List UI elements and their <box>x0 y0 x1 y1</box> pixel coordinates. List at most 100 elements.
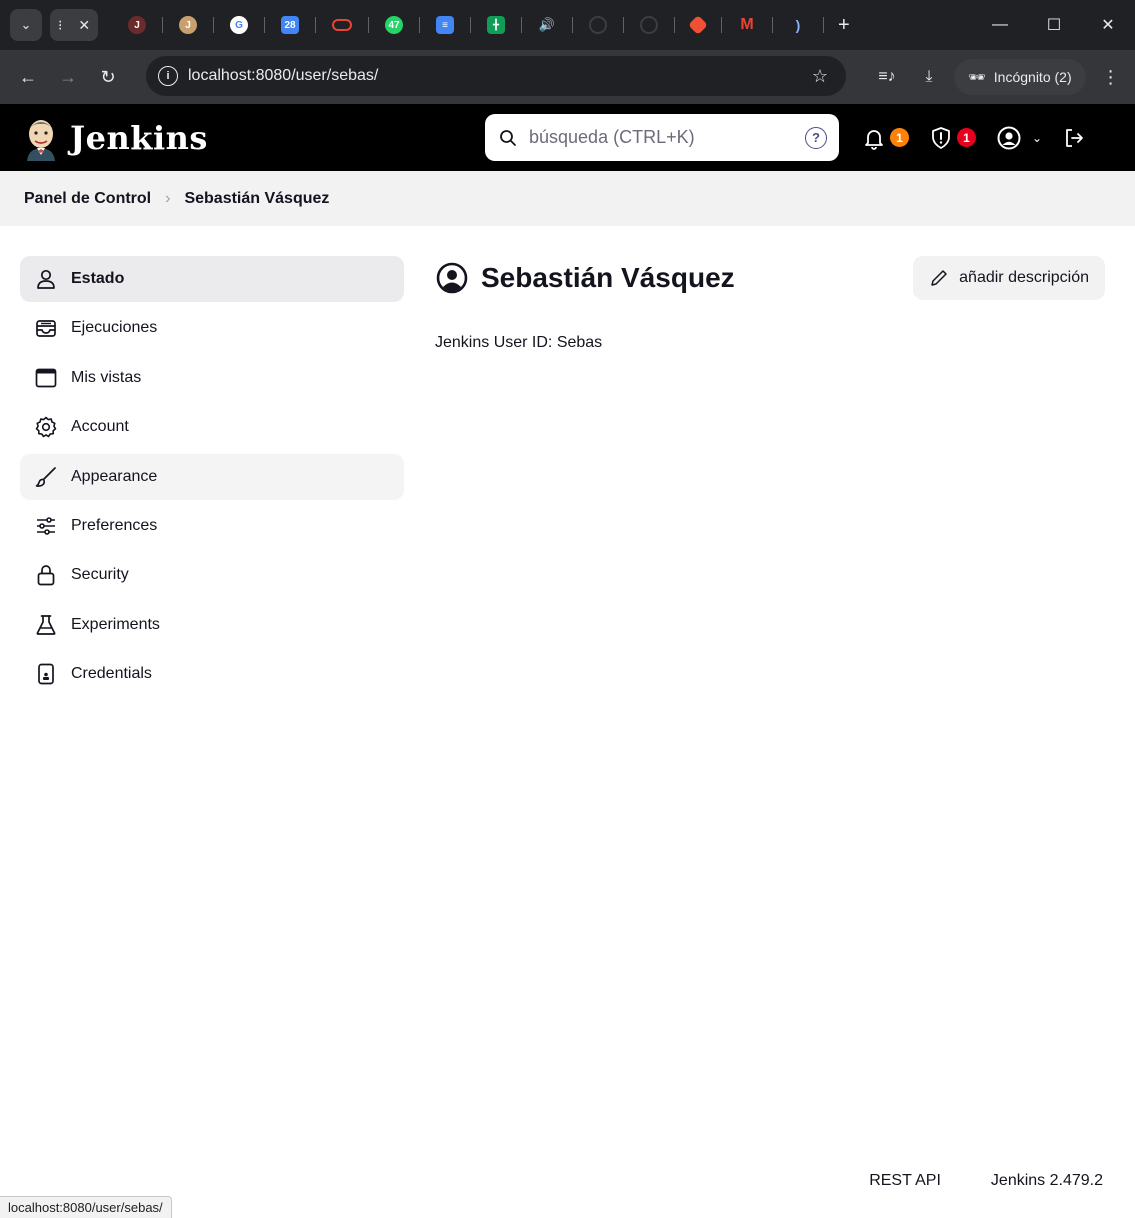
user-circle-icon <box>997 126 1021 149</box>
sheets-favicon-icon[interactable]: ╋ <box>487 16 505 34</box>
tab-separator <box>772 17 773 33</box>
logout-button[interactable] <box>1062 126 1086 150</box>
sidebar-item-credentials[interactable]: Credentials <box>20 651 404 697</box>
search-box[interactable]: ? <box>485 114 839 161</box>
search-input[interactable] <box>529 127 789 148</box>
sidebar-item-label: Ejecuciones <box>71 319 158 337</box>
sidebar-item-label: Mis vistas <box>71 368 142 386</box>
sidebar-item-label: Estado <box>71 270 125 287</box>
page-footer: REST API Jenkins 2.479.2 <box>819 1172 1103 1190</box>
sidebar-item-mis-vistas[interactable]: Mis vistas <box>20 355 404 401</box>
sidebar-item-label: Experiments <box>71 615 160 633</box>
jenkins-home-link[interactable]: Jenkins <box>24 115 208 161</box>
google-favicon-icon[interactable]: G <box>230 16 248 34</box>
tab-separator <box>721 17 722 33</box>
audio-playing-icon[interactable]: 🔊 <box>538 16 556 34</box>
docs-favicon-icon[interactable]: ≡ <box>436 16 454 34</box>
builds-icon <box>34 316 58 340</box>
sidebar-item-label: Security <box>71 566 129 584</box>
status-url-bubble: localhost:8080/user/sebas/ <box>0 1196 172 1218</box>
jenkins-favicon-icon[interactable]: J <box>179 16 197 34</box>
sidebar: Estado Ejecuciones Mis vistas Account Ap… <box>20 256 404 701</box>
sidebar-item-appearance[interactable]: Appearance <box>20 453 404 500</box>
forward-icon[interactable]: → <box>48 67 88 88</box>
browser-tabstrip: ⌄ ⁝ ✕ J J G 28 47 ≡ ╋ 🔊 M ) + — ☐ ✕ <box>0 0 1135 50</box>
calendar-favicon-icon[interactable]: 28 <box>281 16 299 34</box>
back-icon[interactable]: ← <box>8 67 48 88</box>
incognito-indicator[interactable]: 🕶 Incógnito (2) <box>954 59 1086 95</box>
sliders-icon <box>34 514 58 538</box>
person-icon <box>34 267 58 291</box>
tab-separator <box>315 17 316 33</box>
tab-separator <box>623 17 624 33</box>
security-alerts-button[interactable]: 1 <box>929 126 976 150</box>
sidebar-item-label: Credentials <box>71 665 152 683</box>
sidebar-item-label: Preferences <box>71 516 158 534</box>
gmail-favicon-icon[interactable]: M <box>738 16 756 34</box>
jenkins-version-link[interactable]: Jenkins 2.479.2 <box>991 1172 1103 1190</box>
brush-icon <box>34 465 58 489</box>
site-info-icon[interactable]: i <box>158 66 178 86</box>
user-id-text: Jenkins User ID: Sebas <box>435 334 603 351</box>
maximize-icon[interactable]: ☐ <box>1027 15 1081 35</box>
sidebar-item-ejecuciones[interactable]: Ejecuciones <box>20 305 404 351</box>
window-icon <box>34 366 58 390</box>
sidebar-item-preferences[interactable]: Preferences <box>20 503 404 549</box>
help-icon[interactable]: ? <box>805 126 827 149</box>
oracle-favicon-icon[interactable] <box>332 19 352 31</box>
gear-icon <box>34 415 58 439</box>
media-controls-icon[interactable]: ≡♪ <box>866 68 908 86</box>
wave-favicon-icon[interactable]: ) <box>789 16 807 34</box>
github-favicon-icon[interactable] <box>640 16 658 34</box>
tab-separator <box>213 17 214 33</box>
reload-icon[interactable]: ↻ <box>88 67 128 88</box>
lock-icon <box>34 563 58 587</box>
tab-separator <box>368 17 369 33</box>
jenkins-favicon-icon[interactable]: J <box>128 16 146 34</box>
jenkins-brand: Jenkins <box>70 118 208 157</box>
close-window-icon[interactable]: ✕ <box>1081 15 1135 35</box>
breadcrumb-current-user[interactable]: Sebastián Vásquez <box>184 190 329 208</box>
user-circle-icon <box>436 262 468 294</box>
tab-separator <box>419 17 420 33</box>
sidebar-item-label: Appearance <box>71 467 158 485</box>
address-url[interactable]: localhost:8080/user/sebas/ <box>188 67 378 85</box>
flask-icon <box>34 613 58 637</box>
user-menu-button[interactable]: ⌄ <box>996 125 1042 151</box>
browser-toolbar: ← → ↻ i localhost:8080/user/sebas/ ☆ ≡♪ … <box>0 50 1135 104</box>
minimize-icon[interactable]: — <box>973 16 1027 34</box>
sidebar-item-label: Account <box>71 418 129 436</box>
notifications-button[interactable]: 1 <box>862 126 909 150</box>
breadcrumb-dashboard[interactable]: Panel de Control <box>24 190 151 208</box>
git-favicon-icon[interactable] <box>688 15 708 35</box>
shield-alert-icon <box>932 126 950 149</box>
close-tab-icon[interactable]: ✕ <box>78 17 90 34</box>
incognito-icon: 🕶 <box>968 68 986 85</box>
header-actions: 1 1 ⌄ <box>862 104 1106 171</box>
sidebar-item-security[interactable]: Security <box>20 552 404 598</box>
sidebar-item-experiments[interactable]: Experiments <box>20 602 404 648</box>
bookmark-star-icon[interactable]: ☆ <box>812 66 828 87</box>
sidebar-item-estado[interactable]: Estado <box>20 256 404 302</box>
tab-separator <box>470 17 471 33</box>
main-content: Sebastián Vásquez añadir descripción Jen… <box>435 256 1105 352</box>
tab-search-button[interactable]: ⌄ <box>10 9 42 41</box>
jenkins-header: Jenkins ? 1 1 <box>0 104 1135 171</box>
active-tab[interactable]: ⁝ ✕ <box>50 9 98 41</box>
notifications-badge: 1 <box>890 128 909 147</box>
rest-api-link[interactable]: REST API <box>869 1172 941 1190</box>
add-description-button[interactable]: añadir descripción <box>913 256 1105 300</box>
tab-separator <box>264 17 265 33</box>
security-badge: 1 <box>957 128 976 147</box>
jenkins-butler-logo-icon <box>24 115 58 161</box>
page-title: Sebastián Vásquez <box>481 262 735 293</box>
github-favicon-icon[interactable] <box>589 16 607 34</box>
address-bar[interactable]: i localhost:8080/user/sebas/ ☆ <box>146 56 846 96</box>
new-tab-button[interactable]: + <box>838 14 850 37</box>
browser-menu-icon[interactable]: ⋮ <box>1102 67 1120 88</box>
whatsapp-favicon-icon[interactable]: 47 <box>385 16 403 34</box>
download-icon[interactable]: ⤓ <box>908 68 950 86</box>
search-icon <box>500 129 516 146</box>
tab-list: J J G 28 47 ≡ ╋ 🔊 M ) <box>112 15 824 35</box>
sidebar-item-account[interactable]: Account <box>20 404 404 450</box>
